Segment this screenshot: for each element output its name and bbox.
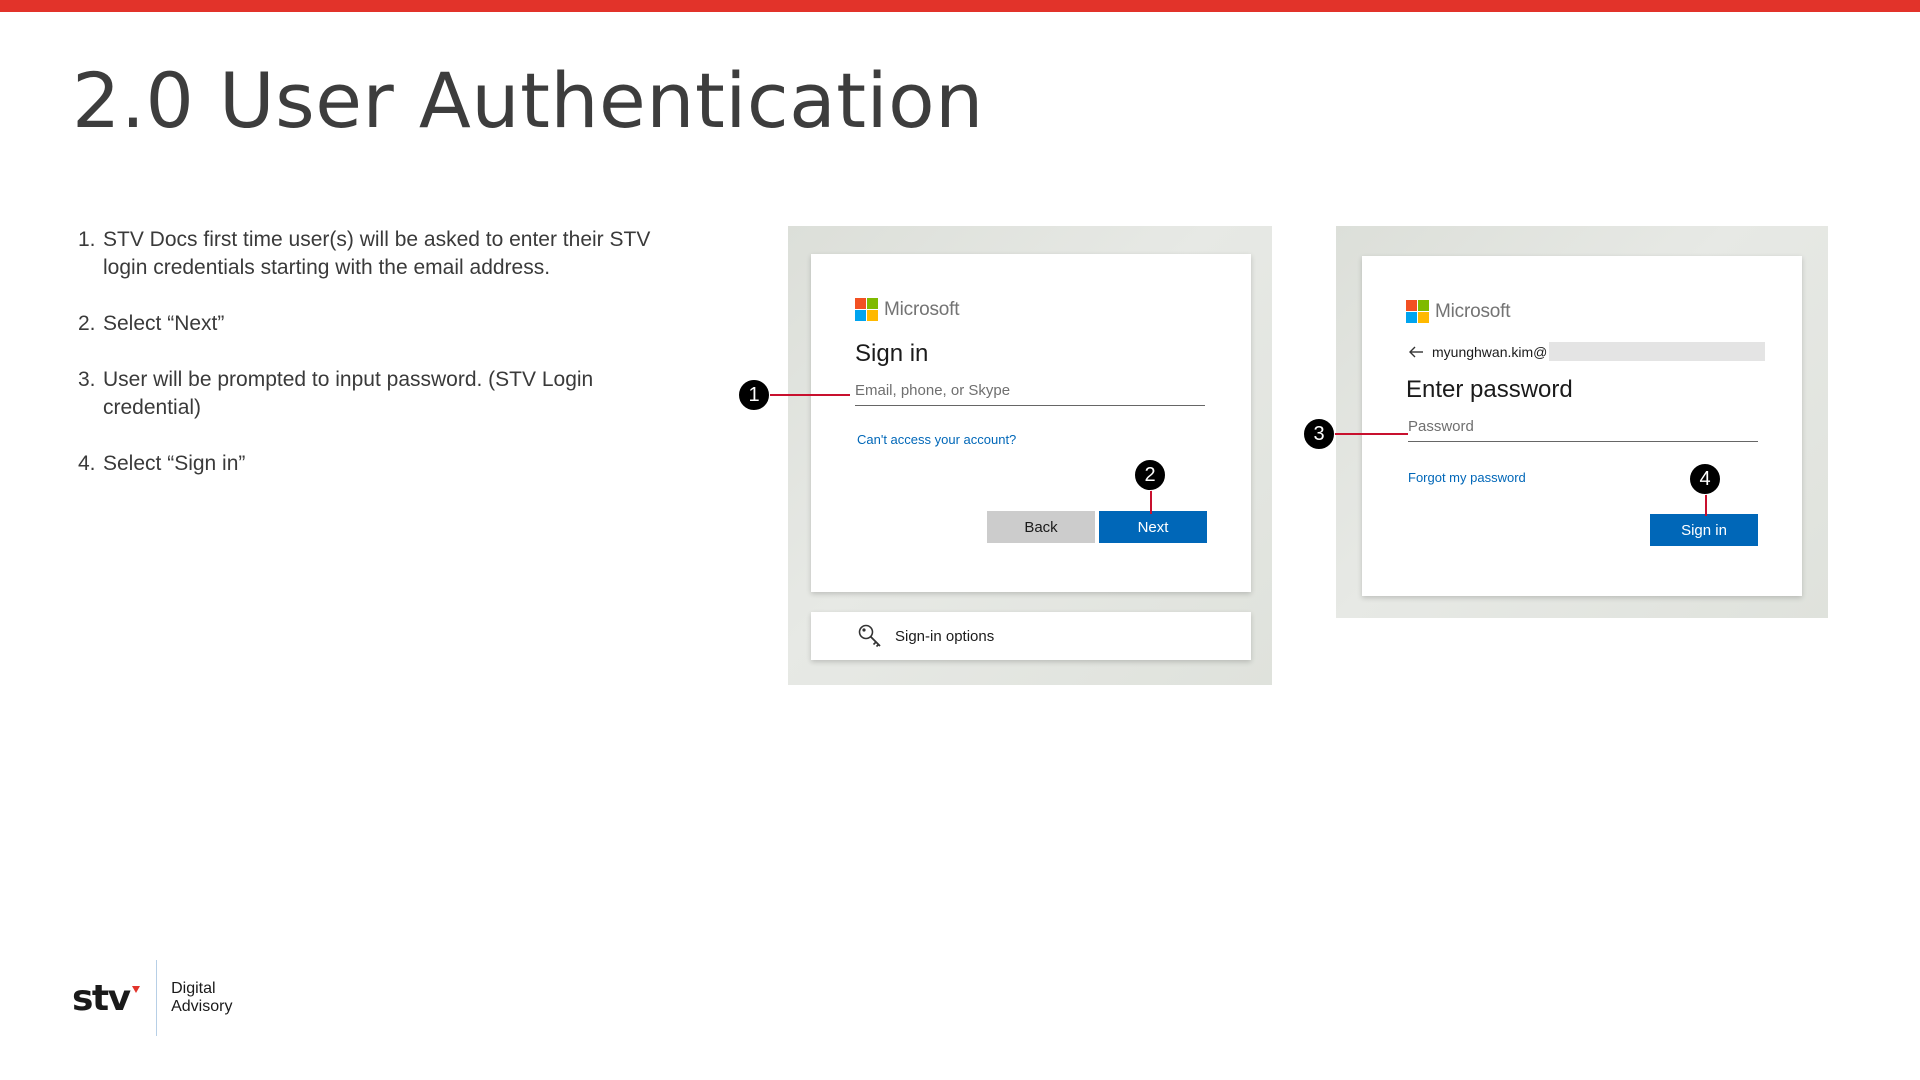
forgot-password-link[interactable]: Forgot my password: [1408, 470, 1526, 485]
microsoft-logo-icon: [1406, 300, 1429, 323]
stv-logo-text: stv: [72, 977, 131, 1019]
callout-badge-2: 2: [1134, 459, 1166, 491]
microsoft-wordmark: Microsoft: [884, 298, 960, 320]
footer-divider: [155, 960, 158, 1036]
signin-options-button[interactable]: Sign-in options: [811, 612, 1251, 660]
step-number: 1.: [78, 228, 96, 251]
callout-badge-3: 3: [1303, 418, 1335, 450]
password-screenshot: Microsoft myunghwan.kim@ Enter password …: [1336, 226, 1828, 618]
callout-line-3: [1334, 433, 1408, 435]
step-text: STV Docs first time user(s) will be aske…: [103, 228, 651, 279]
microsoft-logo: Microsoft: [855, 298, 959, 321]
step-number: 3.: [78, 368, 96, 391]
cant-access-account-link[interactable]: Can't access your account?: [857, 432, 1016, 447]
microsoft-logo-icon: [855, 298, 878, 321]
next-button[interactable]: Next: [1099, 511, 1207, 543]
footer-label: Digital Advisory: [171, 980, 232, 1016]
list-item: 4. Select “Sign in”: [78, 450, 678, 478]
step-number: 2.: [78, 312, 96, 335]
instruction-list: 1. STV Docs first time user(s) will be a…: [78, 226, 678, 506]
password-placeholder: Password: [1408, 418, 1474, 435]
footer-line-2: Advisory: [171, 998, 233, 1015]
callout-line-2: [1150, 490, 1152, 514]
step-number: 4.: [78, 452, 96, 475]
email-placeholder: Email, phone, or Skype: [855, 382, 1011, 399]
key-search-icon: [858, 624, 881, 648]
account-identifier[interactable]: myunghwan.kim@: [1408, 342, 1766, 361]
step-text: Select “Next”: [103, 312, 225, 335]
back-button[interactable]: Back: [987, 511, 1095, 543]
password-field[interactable]: Password: [1408, 412, 1758, 442]
microsoft-logo: Microsoft: [1406, 300, 1510, 323]
stv-logo: stv: [72, 978, 140, 1019]
back-arrow-icon: [1409, 346, 1423, 357]
list-item: 3. User will be prompted to input passwo…: [78, 366, 678, 422]
account-email: myunghwan.kim@: [1432, 343, 1548, 360]
sign-in-button[interactable]: Sign in: [1650, 514, 1758, 546]
step-text: Select “Sign in”: [103, 452, 246, 475]
top-accent-bar: [0, 0, 1920, 12]
callout-badge-1: 1: [738, 379, 770, 411]
list-item: 1. STV Docs first time user(s) will be a…: [78, 226, 678, 282]
callout-badge-4: 4: [1689, 463, 1721, 495]
step-text: User will be prompted to input password.…: [103, 368, 594, 419]
signin-card: Microsoft Sign in Email, phone, or Skype…: [811, 254, 1251, 592]
footer-logo: stv Digital Advisory: [72, 960, 232, 1036]
signin-options-label: Sign-in options: [895, 627, 995, 645]
email-field[interactable]: Email, phone, or Skype: [855, 376, 1205, 406]
page-title: 2.0 User Authentication: [72, 56, 984, 145]
stv-triangle-icon: [131, 985, 140, 993]
redacted-block: [1549, 342, 1766, 361]
list-item: 2. Select “Next”: [78, 310, 678, 338]
signin-screenshot: Microsoft Sign in Email, phone, or Skype…: [788, 226, 1272, 685]
signin-heading: Sign in: [855, 340, 929, 367]
callout-line-4: [1705, 494, 1707, 516]
password-heading: Enter password: [1406, 376, 1573, 403]
footer-line-1: Digital: [171, 980, 216, 997]
password-card: Microsoft myunghwan.kim@ Enter password …: [1362, 256, 1802, 596]
callout-line-1: [770, 394, 850, 396]
microsoft-wordmark: Microsoft: [1435, 300, 1511, 322]
